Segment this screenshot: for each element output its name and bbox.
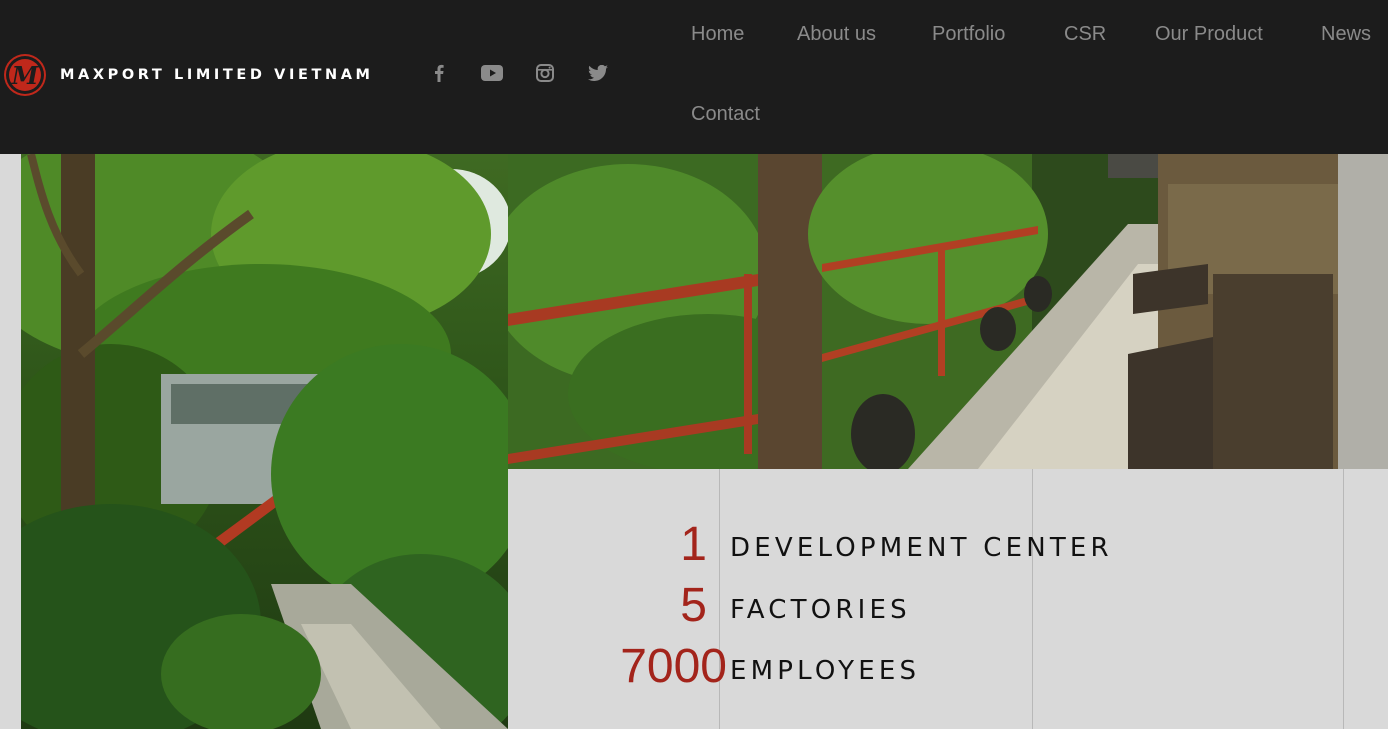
youtube-icon[interactable] [479, 60, 505, 86]
nav-news[interactable]: News [1321, 23, 1371, 46]
facebook-icon[interactable] [426, 60, 452, 86]
stat-number: 5 [680, 579, 707, 632]
nav-csr[interactable]: CSR [1064, 23, 1106, 46]
grid-divider [1032, 469, 1033, 729]
social-links [426, 60, 638, 86]
brand-name: MAXPORT LIMITED VIETNAM [60, 67, 374, 83]
nav-about-us[interactable]: About us [797, 23, 876, 46]
nav-home[interactable]: Home [691, 23, 744, 46]
stat-number: 1 [680, 518, 707, 571]
nav-portfolio[interactable]: Portfolio [932, 23, 1005, 46]
stat-label: FACTORIES [730, 595, 911, 625]
instagram-icon[interactable] [532, 60, 558, 86]
twitter-icon[interactable] [585, 60, 611, 86]
stat-label: EMPLOYEES [730, 656, 921, 686]
nav-contact[interactable]: Contact [691, 103, 760, 126]
site-header: M MAXPORT LIMITED VIETNAM Home About us … [0, 0, 1388, 154]
nav-our-product[interactable]: Our Product [1155, 23, 1263, 46]
grid-divider [1343, 469, 1344, 729]
stat-number: 7000 [620, 640, 727, 693]
left-margin [0, 154, 21, 729]
garden-photo [21, 154, 508, 729]
walkway-photo [508, 154, 1388, 469]
stat-label: DEVELOPMENT CENTER [730, 533, 1113, 563]
brand-logo[interactable]: M MAXPORT LIMITED VIETNAM [6, 56, 374, 94]
logo-mark-icon: M [6, 56, 44, 94]
